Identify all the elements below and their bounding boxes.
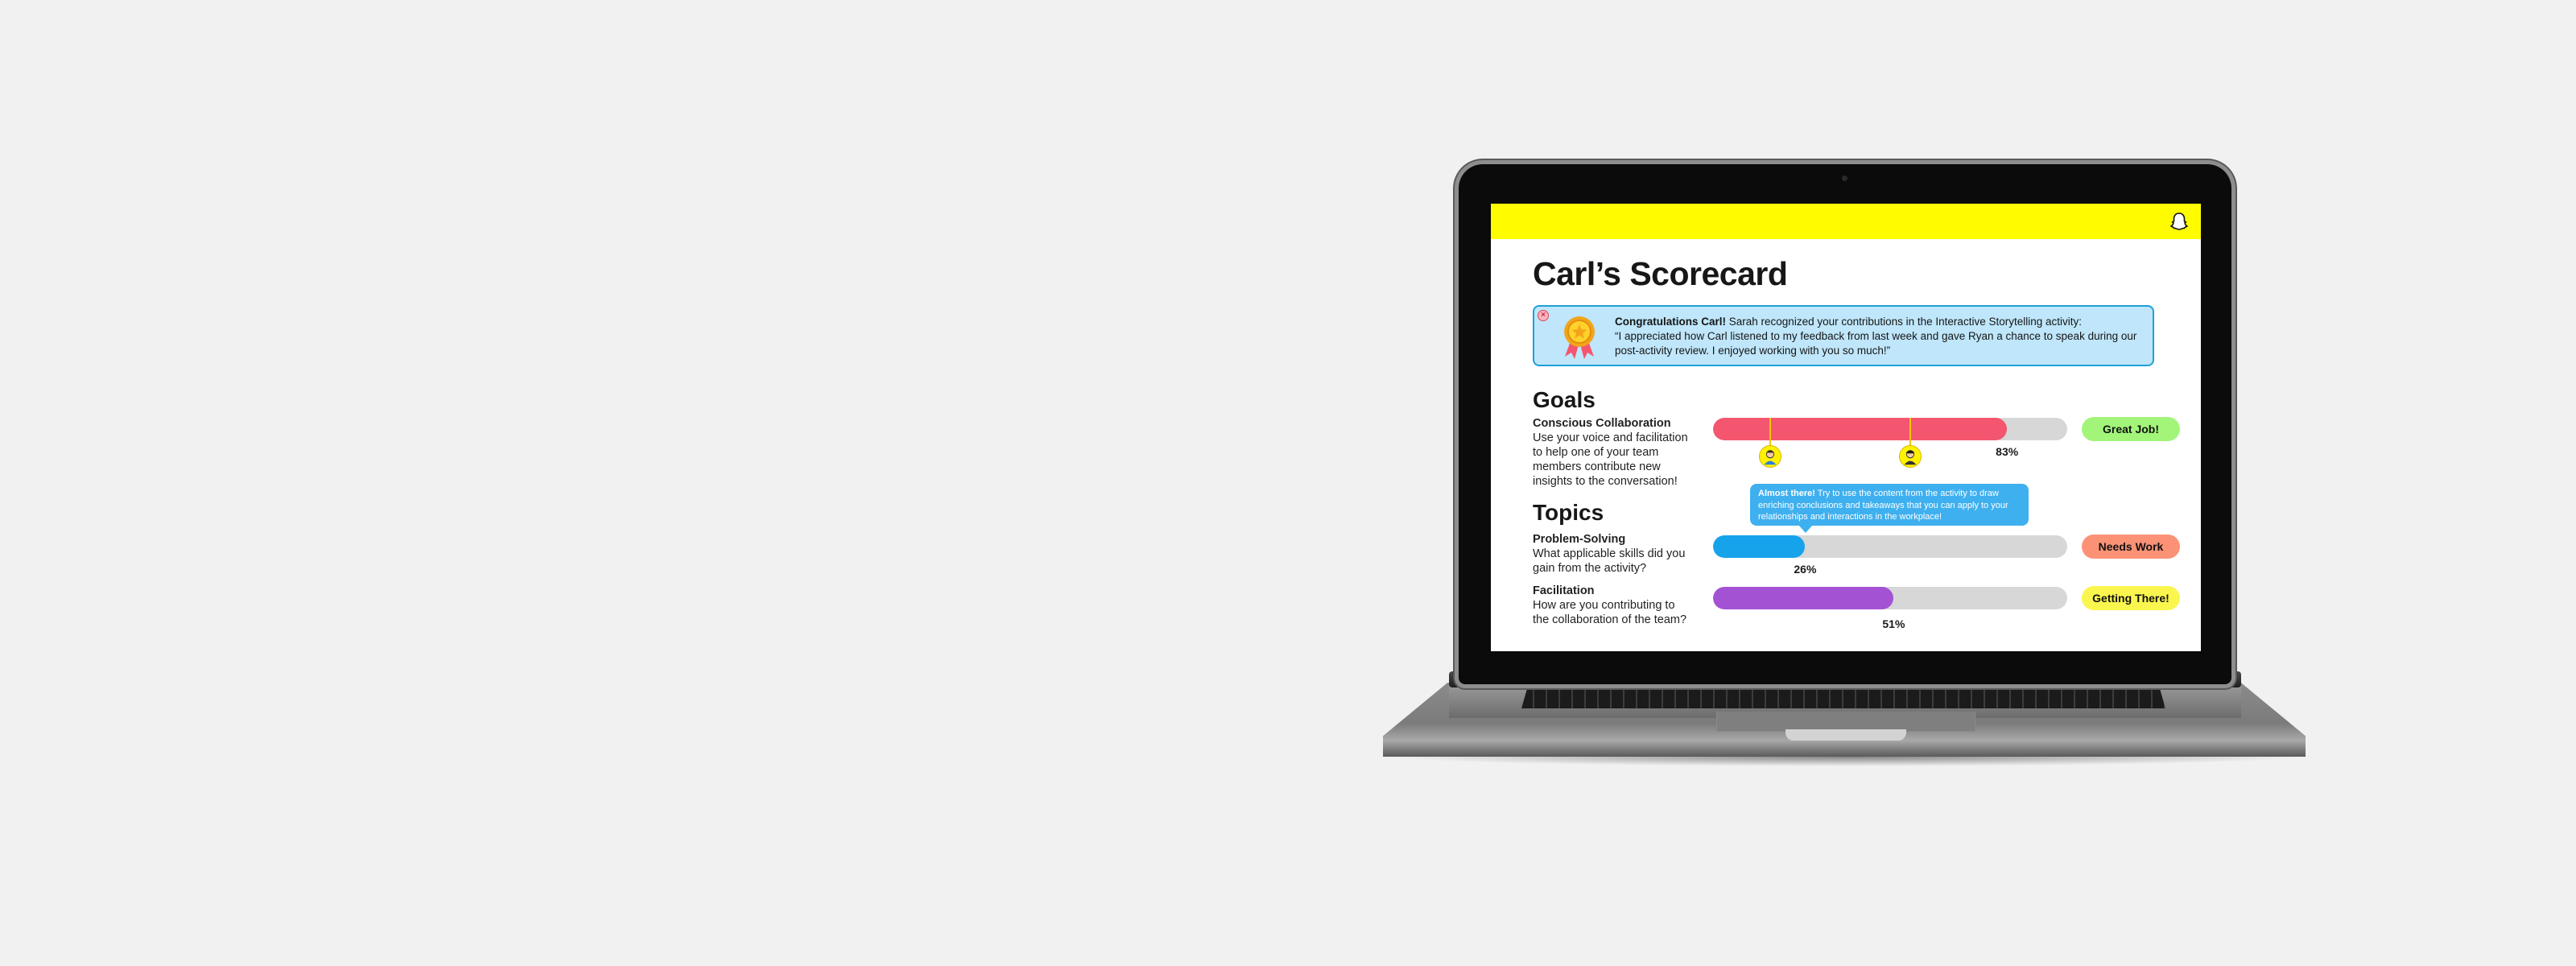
laptop-keyboard bbox=[1521, 686, 2165, 708]
close-icon[interactable]: × bbox=[1538, 310, 1549, 321]
topic-status-badge: Getting There! bbox=[2082, 586, 2180, 610]
topics-heading: Topics bbox=[1533, 500, 1604, 525]
banner-quote: “I appreciated how Carl listened to my f… bbox=[1615, 330, 2137, 357]
topic-name: Problem-Solving bbox=[1533, 533, 1626, 546]
page-title: Carl’s Scorecard bbox=[1533, 255, 1788, 292]
person-icon bbox=[1904, 450, 1917, 465]
topic-status-badge: Needs Work bbox=[2082, 535, 2180, 559]
topic-progress-track bbox=[1713, 587, 2067, 609]
banner-body: Sarah recognized your contributions in t… bbox=[1726, 316, 2082, 328]
app-screen: Carl’s Scorecard × Congratulations Carl!… bbox=[1491, 204, 2201, 651]
topic-text: What applicable skills did you gain from… bbox=[1533, 547, 1686, 575]
avatar[interactable] bbox=[1899, 445, 1922, 468]
topic-text: How are you contributing to the collabor… bbox=[1533, 599, 1687, 626]
topic-progress-fill bbox=[1713, 587, 1894, 609]
goal-description: Conscious Collaboration Use your voice a… bbox=[1533, 416, 1694, 489]
marker-line bbox=[1769, 418, 1771, 447]
tooltip-lead: Almost there! bbox=[1758, 489, 1815, 498]
topic-progress-track bbox=[1713, 535, 2067, 558]
banner-lead: Congratulations Carl! bbox=[1615, 316, 1727, 328]
webcam bbox=[1842, 175, 1847, 181]
goal-name: Conscious Collaboration bbox=[1533, 417, 1671, 430]
topic-description: Problem-Solving What applicable skills d… bbox=[1533, 532, 1694, 576]
avatar[interactable] bbox=[1759, 445, 1781, 468]
goal-progress-track bbox=[1713, 418, 2067, 440]
topic-percent: 26% bbox=[1794, 563, 1817, 576]
topic-progress-fill bbox=[1713, 535, 1806, 558]
banner-message: Congratulations Carl! Sarah recognized y… bbox=[1615, 315, 2138, 358]
marker-line bbox=[1909, 418, 1911, 447]
goals-heading: Goals bbox=[1533, 387, 1596, 412]
goal-status-badge: Great Job! bbox=[2082, 417, 2180, 441]
laptop-notch bbox=[1785, 729, 1906, 741]
topic-percent: 51% bbox=[1882, 617, 1905, 630]
ghost-icon[interactable] bbox=[2170, 212, 2188, 231]
goal-percent: 83% bbox=[1996, 445, 2019, 458]
recognition-banner: × Congratulations Carl! Sarah recognized… bbox=[1533, 305, 2154, 366]
topic-description: Facilitation How are you contributing to… bbox=[1533, 584, 1694, 627]
medal-icon bbox=[1564, 316, 1595, 359]
person-icon bbox=[1764, 450, 1777, 465]
goal-progress-fill bbox=[1713, 418, 2008, 440]
top-bar bbox=[1491, 204, 2201, 239]
topic-name: Facilitation bbox=[1533, 584, 1595, 597]
goal-text: Use your voice and facilitation to help … bbox=[1533, 431, 1688, 488]
coaching-tooltip: Almost there! Try to use the content fro… bbox=[1750, 484, 2029, 533]
